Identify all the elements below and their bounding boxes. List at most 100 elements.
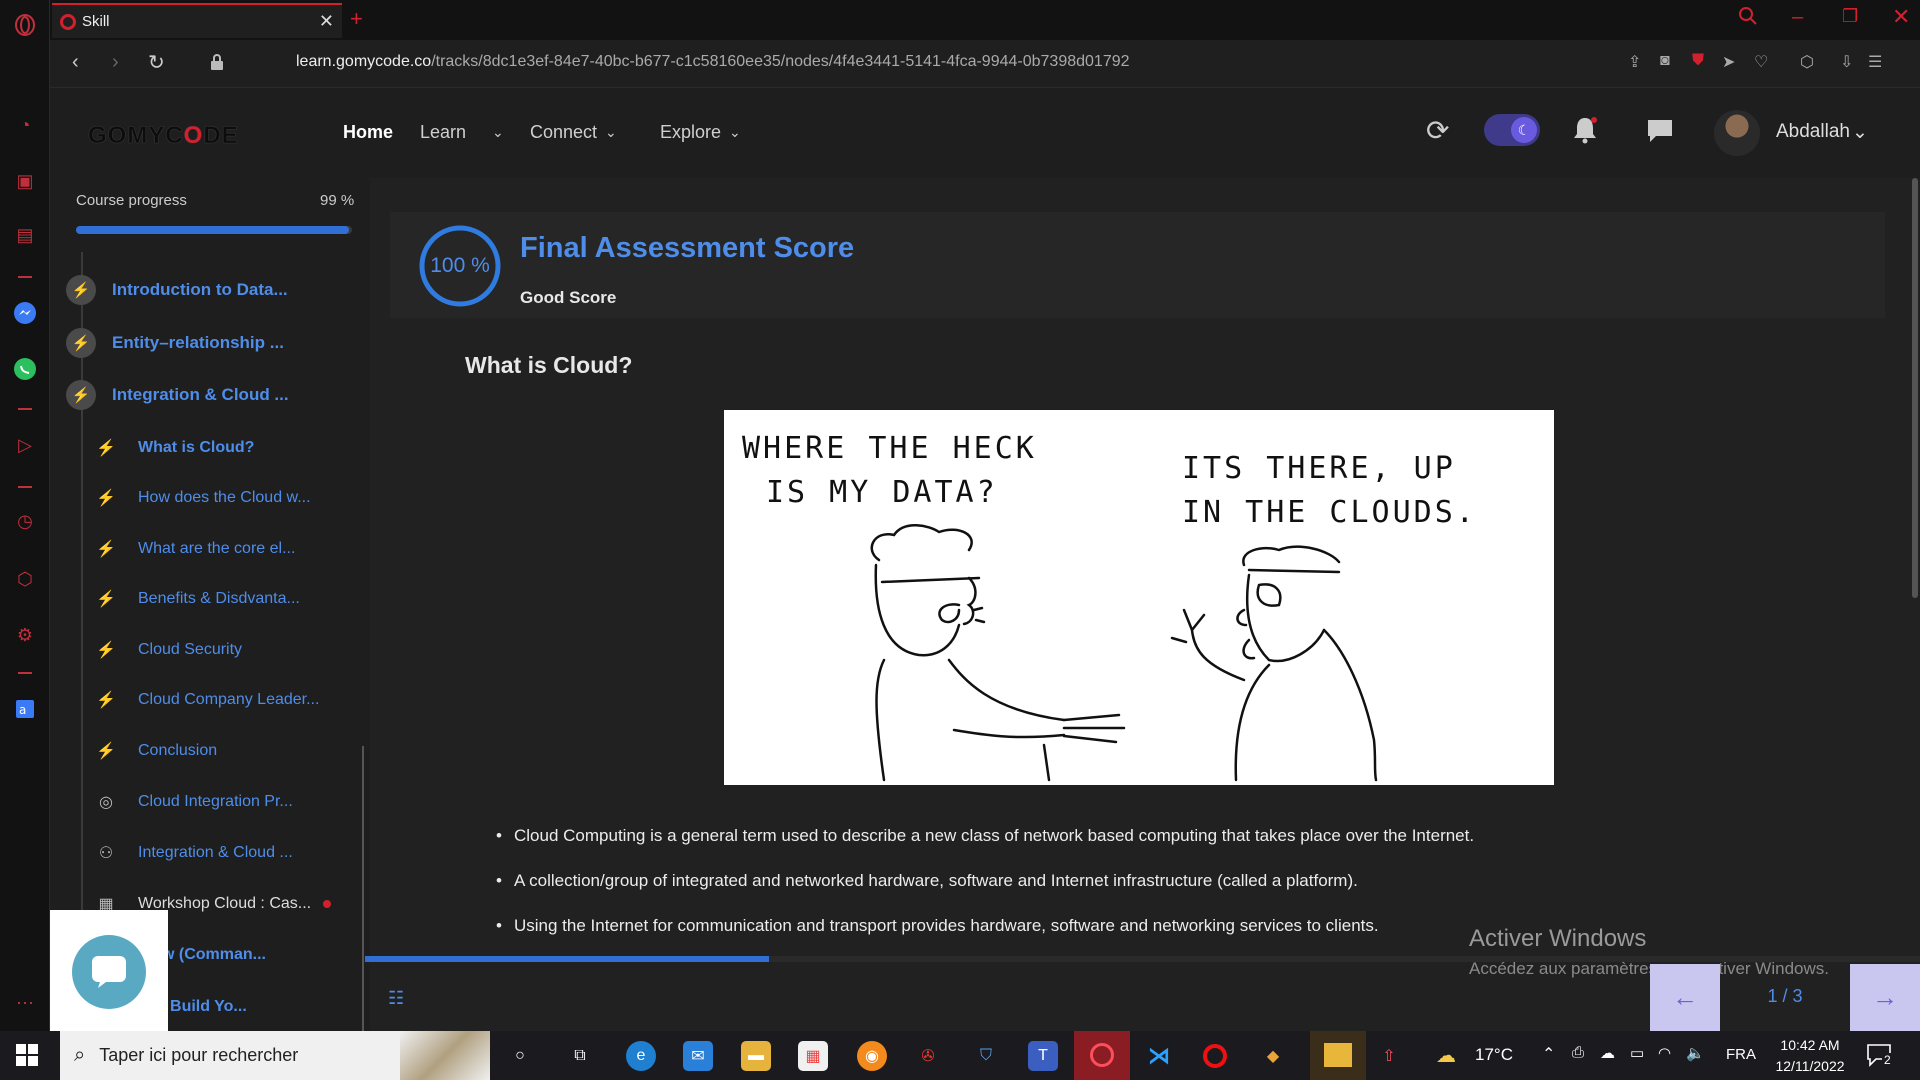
prev-page-button[interactable]: ← [1650, 964, 1720, 1031]
sidebar-scrollbar[interactable] [362, 746, 364, 1031]
next-page-button[interactable]: → [1850, 964, 1920, 1031]
nav-connect[interactable]: Connect ⌄ [530, 122, 617, 143]
box-icon[interactable]: ⬡ [1800, 52, 1814, 72]
download-icon[interactable]: ⇩ [1840, 52, 1853, 72]
new-tab-button[interactable]: + [350, 6, 363, 32]
weather-temp[interactable]: 17°C [1475, 1045, 1513, 1065]
unread-dot [323, 900, 332, 908]
easy-setup-icon[interactable]: ☰ [1868, 52, 1882, 72]
dark-mode-toggle[interactable]: ☾ [1484, 114, 1540, 146]
bolt-icon: ⚡ [66, 328, 96, 358]
volume-icon[interactable]: 🔈 [1686, 1044, 1705, 1062]
mail-icon[interactable]: ✉ [683, 1041, 713, 1071]
opera-icon [1090, 1043, 1114, 1067]
messenger-icon[interactable] [12, 300, 38, 326]
vscode-icon[interactable]: ⋊ [1144, 1041, 1174, 1071]
bolt-icon: ⚡ [96, 490, 116, 507]
twitch-icon[interactable]: ▤ [12, 222, 38, 248]
notification-center-icon[interactable]: 2 [1866, 1043, 1896, 1069]
more-icon[interactable]: ⋯ [12, 990, 38, 1016]
store-icon[interactable]: ▦ [798, 1041, 828, 1071]
bolt-icon: ⚡ [96, 743, 116, 760]
content-scrollbar[interactable] [1912, 178, 1918, 598]
chat-launcher-button[interactable] [72, 935, 146, 1009]
gomycode-logo[interactable]: GOMYCODE [88, 122, 239, 150]
vpn-icon[interactable]: ⛉ [971, 1041, 1001, 1071]
wifi-icon[interactable]: ◠ [1658, 1044, 1671, 1062]
firefox-icon[interactable]: ◉ [857, 1041, 887, 1071]
lesson-cloud-security[interactable]: ⚡ Cloud Security [96, 640, 242, 660]
heart-icon[interactable]: ♡ [1754, 52, 1768, 72]
speed-dial-icon[interactable]: ◔ [12, 112, 38, 138]
onedrive-icon[interactable]: ☁ [1600, 1044, 1615, 1062]
battery-icon[interactable]: ▭ [1630, 1044, 1644, 1062]
shopping-icon[interactable]: ▣ [12, 168, 38, 194]
extensions-icon[interactable]: ⬡ [12, 566, 38, 592]
adblock-icon[interactable]: ⛊ [1692, 52, 1704, 70]
arrow-left-icon: ← [1672, 982, 1698, 1012]
gx-icon[interactable]: ✇ [913, 1041, 943, 1071]
nav-learn[interactable]: Learn ⌄ [420, 122, 504, 143]
lesson-conclusion[interactable]: ⚡ Conclusion [96, 741, 217, 761]
upload-icon[interactable]: ⇧ [1374, 1041, 1404, 1071]
lesson-integration-cloud-checkpoint[interactable]: ⚇ Integration & Cloud ... [96, 843, 293, 863]
lesson-label: What is Cloud? [138, 439, 255, 456]
restore-button[interactable]: ❐ [1842, 6, 1858, 27]
snapshot-icon[interactable]: ◙ [1660, 52, 1670, 70]
settings-icon[interactable]: ⚙ [12, 622, 38, 648]
share-icon[interactable]: ⇪ [1628, 52, 1641, 72]
chevron-up-icon[interactable]: ⌃ [1542, 1044, 1555, 1064]
language-indicator[interactable]: FRA [1726, 1046, 1756, 1063]
avatar[interactable] [1714, 110, 1760, 156]
lesson-what-is-cloud[interactable]: ⚡ What is Cloud? [96, 438, 254, 458]
search-tabs-icon[interactable] [1738, 6, 1758, 26]
lesson-label: Benefits & Disdvanta... [138, 590, 300, 607]
reload-button[interactable]: ↻ [148, 50, 165, 75]
git-icon[interactable]: ◆ [1258, 1041, 1288, 1071]
windows-start-icon[interactable] [16, 1044, 38, 1066]
edge-icon[interactable]: e [626, 1041, 656, 1071]
tab-close-icon[interactable]: ✕ [319, 11, 334, 32]
teams-icon[interactable]: T [1028, 1041, 1058, 1071]
forward-button[interactable]: › [112, 51, 119, 74]
send-icon[interactable]: ➤ [1722, 52, 1735, 72]
module-entity-relationship[interactable]: ⚡ Entity–relationship ... [66, 328, 284, 358]
url-field[interactable]: learn.gomycode.co/tracks/8dc1e3ef-84e7-4… [296, 53, 1130, 71]
whatsapp-icon[interactable] [12, 356, 38, 382]
player-icon[interactable]: ▷ [12, 432, 38, 458]
lesson-how-cloud-works[interactable]: ⚡ How does the Cloud w... [96, 488, 311, 508]
cortana-icon[interactable]: ○ [505, 1041, 535, 1071]
task-view-icon[interactable]: ⧉ [565, 1041, 595, 1071]
lesson-benefits[interactable]: ⚡ Benefits & Disdvanta... [96, 589, 300, 609]
opera-logo-icon[interactable] [12, 12, 38, 38]
module-integration-cloud[interactable]: ⚡ Integration & Cloud ... [66, 380, 289, 410]
assessment-subtitle: Good Score [520, 288, 617, 307]
taskbar-search-box[interactable]: ⌕ Taper ici pour rechercher [60, 1031, 490, 1080]
minimize-button[interactable]: – [1792, 6, 1803, 29]
history-icon[interactable]: ◷ [12, 508, 38, 534]
lesson-cloud-company-leaders[interactable]: ⚡ Cloud Company Leader... [96, 690, 319, 710]
bolt-icon: ⚡ [96, 692, 116, 709]
translate-icon[interactable]: a [12, 696, 38, 722]
active-folder-app[interactable] [1310, 1031, 1366, 1080]
module-intro-data[interactable]: ⚡ Introduction to Data... [66, 275, 288, 305]
toc-toggle-icon[interactable]: ☷ [388, 988, 404, 1009]
close-window-button[interactable]: ✕ [1892, 4, 1910, 30]
user-menu[interactable]: Abdallah ⌄ [1776, 121, 1868, 144]
clock[interactable]: 10:42 AM 12/11/2022 [1764, 1035, 1856, 1077]
meet-icon[interactable]: ⎙ [1572, 1044, 1584, 1061]
lesson-cloud-integration-project[interactable]: ◎ Cloud Integration Pr... [96, 792, 293, 812]
nav-home[interactable]: Home [343, 122, 393, 143]
sync-icon[interactable]: ⟳ [1426, 114, 1449, 147]
score-ring: 100 % [418, 224, 502, 308]
tab-skill[interactable]: Skill ✕ [52, 3, 342, 38]
lesson-core-elements[interactable]: ⚡ What are the core el... [96, 539, 295, 559]
opera-icon[interactable] [1200, 1041, 1230, 1071]
bell-icon[interactable] [1572, 116, 1598, 144]
opera-active-app[interactable] [1074, 1031, 1130, 1080]
messages-icon[interactable] [1646, 118, 1674, 144]
course-progress-bar [76, 226, 352, 234]
nav-explore[interactable]: Explore ⌄ [660, 122, 741, 143]
file-explorer-icon[interactable]: ▬ [741, 1041, 771, 1071]
back-button[interactable]: ‹ [72, 51, 79, 74]
